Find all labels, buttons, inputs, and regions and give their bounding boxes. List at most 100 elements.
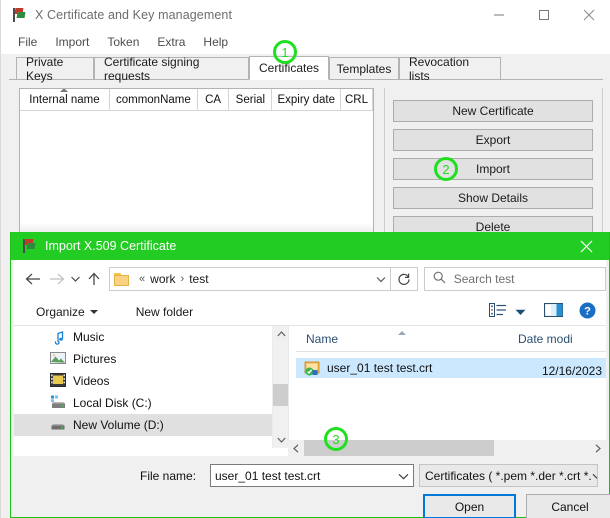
nav-item-new-volume-d[interactable]: New Volume (D:) — [14, 414, 272, 436]
certificate-file-icon — [304, 361, 321, 376]
nav-item-pictures[interactable]: Pictures — [14, 348, 272, 370]
view-layout-icon[interactable] — [489, 303, 507, 320]
dialog-title: Import X.509 Certificate — [45, 239, 176, 253]
chevron-down-icon[interactable] — [592, 469, 598, 483]
file-name-field-label: File name: — [140, 469, 196, 483]
menu-extra[interactable]: Extra — [148, 32, 194, 52]
up-arrow-icon[interactable] — [82, 266, 105, 292]
search-input[interactable]: Search test — [424, 267, 606, 291]
file-name-value: user_01 test test.crt — [215, 469, 320, 483]
pictures-icon — [50, 351, 66, 367]
certificates-table[interactable]: Internal name commonName CA Serial Expir… — [19, 88, 374, 233]
file-name-label: user_01 test test.crt — [327, 361, 432, 375]
breadcrumb[interactable]: « work › test — [109, 267, 391, 291]
tab-certificates[interactable]: Certificates — [249, 56, 329, 80]
toolbar-right-group: ? — [489, 302, 606, 322]
navigation-pane-scrollbar[interactable] — [272, 326, 288, 448]
show-details-button[interactable]: Show Details — [393, 187, 593, 209]
dialog-body: « work › test — [14, 260, 606, 515]
navigation-pane: Music Pictures Videos — [14, 326, 272, 448]
back-arrow-icon[interactable] — [22, 266, 45, 292]
breadcrumb-separator: › — [181, 273, 185, 285]
file-type-filter-dropdown[interactable]: Certificates ( *.pem *.der *.crt *. — [419, 464, 598, 487]
chevron-down-icon[interactable] — [376, 272, 386, 286]
column-header-ca[interactable]: CA — [198, 89, 229, 110]
scroll-down-icon[interactable] — [273, 432, 289, 448]
search-placeholder: Search test — [454, 272, 515, 286]
dialog-footer: File name: user_01 test test.crt Certifi… — [14, 456, 606, 515]
nav-item-local-disk-c[interactable]: Local Disk (C:) — [14, 392, 272, 414]
menu-help[interactable]: Help — [194, 32, 237, 52]
folder-icon — [114, 273, 129, 286]
dialog-titlebar: Import X.509 Certificate — [11, 232, 609, 260]
certificate-actions-panel: New Certificate Export Import Show Detai… — [384, 88, 603, 233]
import-button[interactable]: Import — [393, 158, 593, 180]
close-icon[interactable] — [563, 232, 609, 260]
column-header-serial[interactable]: Serial — [229, 89, 272, 110]
screen: X Certificate and Key management File Im… — [0, 0, 610, 518]
nav-item-videos[interactable]: Videos — [14, 370, 272, 392]
menu-import[interactable]: Import — [46, 32, 98, 52]
nav-item-music[interactable]: Music — [14, 326, 272, 348]
xca-flag-icon — [21, 238, 37, 254]
new-certificate-button[interactable]: New Certificate — [393, 100, 593, 122]
refresh-icon[interactable] — [391, 267, 418, 291]
xca-flag-icon — [11, 7, 27, 23]
column-header-expiry-date[interactable]: Expiry date — [272, 89, 341, 110]
cancel-button[interactable]: Cancel — [526, 494, 610, 518]
scroll-right-icon[interactable] — [590, 440, 606, 456]
close-icon[interactable] — [566, 0, 610, 30]
tab-revocation-lists[interactable]: Revocation lists — [399, 57, 501, 80]
file-list-header: Name Date modi — [296, 326, 606, 352]
music-note-icon — [50, 329, 66, 345]
organize-button[interactable]: Organize — [28, 305, 106, 319]
export-button[interactable]: Export — [393, 129, 593, 151]
help-icon[interactable]: ? — [579, 302, 596, 322]
column-header-commonname[interactable]: commonName — [110, 89, 198, 110]
chevron-down-icon — [90, 310, 98, 314]
horizontal-scrollbar[interactable] — [288, 440, 606, 456]
file-list-pane: Name Date modi user_01 test — [296, 326, 606, 448]
sort-ascending-icon — [60, 89, 68, 92]
column-header-name[interactable]: Name — [296, 332, 508, 351]
search-icon — [433, 271, 446, 287]
nav-item-label: Pictures — [73, 352, 116, 366]
import-x509-certificate-dialog: Import X.509 Certificate — [10, 232, 610, 518]
nav-item-label: Videos — [73, 374, 109, 388]
nav-item-label: Local Disk (C:) — [73, 396, 152, 410]
breadcrumb-segment-work[interactable]: work — [150, 272, 175, 286]
table-empty-body — [20, 223, 373, 232]
scrollbar-thumb[interactable] — [304, 440, 494, 456]
menu-file[interactable]: File — [9, 32, 46, 52]
scrollbar-thumb[interactable] — [273, 384, 289, 406]
recent-dropdown-icon[interactable] — [68, 266, 82, 292]
chevron-down-icon[interactable] — [515, 305, 526, 319]
table-header-row: Internal name commonName CA Serial Expir… — [20, 89, 373, 111]
open-button[interactable]: Open — [423, 494, 516, 518]
scroll-left-icon[interactable] — [288, 440, 304, 456]
drive-icon — [50, 417, 66, 433]
chevron-down-icon[interactable] — [398, 469, 409, 483]
page-title: X Certificate and Key management — [35, 8, 232, 22]
pane-divider[interactable] — [288, 326, 289, 448]
main-titlebar: X Certificate and Key management — [1, 0, 610, 30]
preview-pane-icon[interactable] — [544, 303, 563, 320]
column-header-crl[interactable]: CRL — [341, 89, 373, 110]
maximize-icon[interactable] — [521, 0, 566, 30]
minimize-icon[interactable] — [476, 0, 521, 30]
tab-private-keys[interactable]: Private Keys — [16, 57, 94, 80]
breadcrumb-overflow[interactable]: « — [139, 273, 145, 285]
column-header-date-modified[interactable]: Date modi — [508, 332, 604, 351]
sort-ascending-icon — [398, 331, 406, 335]
svg-text:?: ? — [584, 305, 591, 317]
local-disk-icon — [50, 395, 66, 411]
tab-templates[interactable]: Templates — [329, 57, 399, 80]
file-name-input[interactable]: user_01 test test.crt — [210, 464, 414, 487]
menu-token[interactable]: Token — [98, 32, 148, 52]
new-folder-button[interactable]: New folder — [128, 305, 201, 319]
column-header-internal-name[interactable]: Internal name — [20, 89, 110, 110]
breadcrumb-segment-test[interactable]: test — [189, 272, 208, 286]
scroll-up-icon[interactable] — [273, 326, 289, 342]
menubar: File Import Token Extra Help — [1, 30, 610, 54]
tab-certificate-signing-requests[interactable]: Certificate signing requests — [94, 57, 249, 80]
